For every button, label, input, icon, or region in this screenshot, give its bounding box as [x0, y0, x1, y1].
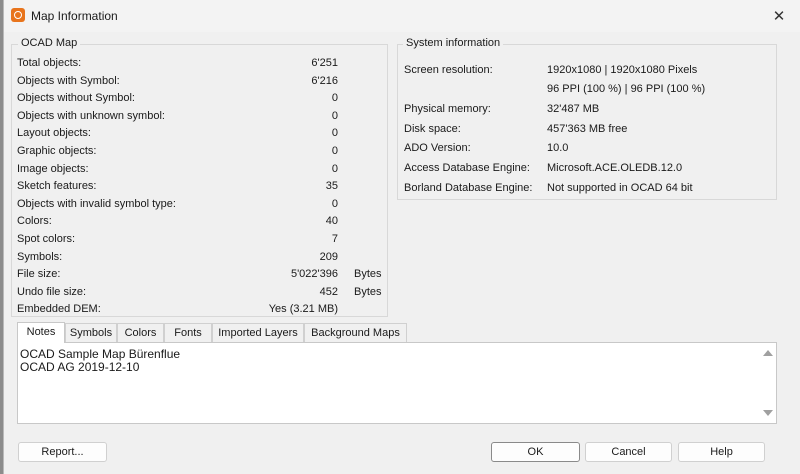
cancel-button[interactable]: Cancel [585, 442, 672, 462]
system-info-value: Not supported in OCAD 64 bit [547, 182, 693, 194]
ok-button[interactable]: OK [491, 442, 580, 462]
system-info-value: 96 PPI (100 %) | 96 PPI (100 %) [547, 83, 706, 95]
stat-label: Embedded DEM: [17, 303, 101, 316]
stat-value: 7 [331, 233, 338, 245]
tab-symbols[interactable]: Symbols [65, 323, 117, 342]
tab-background-maps[interactable]: Background Maps [304, 323, 407, 342]
system-info-label: Disk space: [404, 123, 461, 135]
system-info-value: 1920x1080 | 1920x1080 Pixels [547, 64, 698, 76]
notes-line: OCAD Sample Map Bürenflue [20, 347, 181, 361]
tab-colors[interactable]: Colors [117, 323, 164, 342]
stat-label: Colors: [17, 215, 52, 228]
ocad-map-stat-row: Objects with invalid symbol type: 0 [4, 197, 388, 211]
system-info-row: ADO Version: 10.0 [4, 141, 784, 155]
system-info-value: 10.0 [547, 142, 569, 154]
ocad-app-icon [11, 8, 25, 22]
close-button[interactable]: ✕ [757, 0, 800, 32]
stat-value: 452 [319, 285, 338, 298]
system-info-label: Screen resolution: [404, 64, 493, 76]
stat-value: 209 [319, 250, 338, 263]
system-info-row: Access Database Engine: Microsoft.ACE.OLE… [4, 161, 784, 175]
tab-imported-layers[interactable]: Imported Layers [212, 323, 304, 342]
ocad-map-stat-row: Symbols: 209 [4, 250, 388, 264]
title-bar: Map Information ✕ [4, 0, 800, 32]
tab-fonts[interactable]: Fonts [164, 323, 212, 342]
system-info-row: Screen resolution: 1920x1080 | 1920x1080 … [4, 63, 784, 77]
stat-unit: Bytes [354, 268, 382, 281]
system-info-label: Access Database Engine: [404, 162, 530, 174]
system-info-value: 32'487 MB [547, 103, 600, 115]
stat-label: Symbols: [17, 250, 63, 263]
system-info-group-title: System information [403, 37, 504, 49]
scroll-up-arrow-icon[interactable] [763, 350, 773, 356]
stat-value: 40 [325, 215, 338, 228]
stat-label: Spot colors: [17, 233, 76, 245]
stat-value: Yes (3.21 MB) [268, 303, 338, 316]
scroll-down-arrow-icon[interactable] [763, 410, 773, 416]
ocad-map-stat-row: Colors: 40 [4, 214, 388, 228]
system-info-value: 457'363 MB free [547, 123, 628, 135]
system-info-value: Microsoft.ACE.OLEDB.12.0 [547, 162, 683, 174]
stat-value: 5'022'396 [290, 268, 338, 281]
stat-value: 0 [331, 197, 338, 210]
stat-unit: Bytes [354, 285, 382, 298]
map-information-dialog: Map Information ✕ OCAD Map Total objects… [3, 0, 800, 474]
system-info-row: Physical memory: 32'487 MB [4, 102, 784, 116]
stat-label: File size: [17, 268, 61, 281]
system-info-row: Borland Database Engine: Not supported in… [4, 181, 784, 195]
system-info-row: Disk space: 457'363 MB free [4, 122, 784, 136]
notes-scrollbar[interactable] [761, 343, 776, 423]
ocad-map-stat-row: Undo file size: 452 Bytes [4, 285, 388, 299]
tab-notes[interactable]: Notes [17, 322, 65, 343]
system-info-label: Physical memory: [404, 103, 491, 115]
notes-textarea[interactable]: OCAD Sample Map Bürenflue OCAD AG 2019-1… [17, 342, 777, 424]
system-info-label: ADO Version: [404, 142, 471, 154]
ocad-map-stat-row: Spot colors: 7 [4, 232, 388, 246]
notes-line: OCAD AG 2019-12-10 [20, 360, 140, 374]
ocad-map-stat-row: Embedded DEM: Yes (3.21 MB) [4, 302, 388, 316]
close-icon: ✕ [772, 8, 786, 25]
stat-label: Undo file size: [17, 285, 87, 298]
help-button[interactable]: Help [678, 442, 765, 462]
window-title: Map Information [31, 9, 118, 23]
system-info-row: 96 PPI (100 %) | 96 PPI (100 %) [4, 82, 784, 96]
ocad-map-stat-row: File size: 5'022'396 Bytes [4, 267, 388, 281]
report-button[interactable]: Report... [18, 442, 107, 462]
system-info-label: Borland Database Engine: [404, 182, 533, 194]
stat-label: Objects with invalid symbol type: [17, 197, 176, 210]
ocad-map-group-title: OCAD Map [18, 37, 81, 49]
